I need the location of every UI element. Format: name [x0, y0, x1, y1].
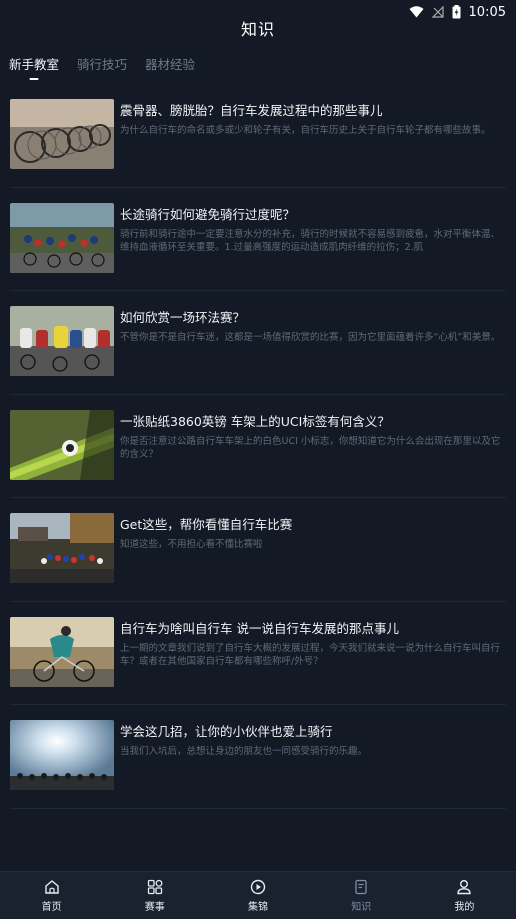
list-item[interactable]: Get这些，帮你看懂自行车比赛 知道这些，不用担心看不懂比赛啦 [10, 498, 506, 602]
article-title: Get这些，帮你看懂自行车比赛 [120, 517, 293, 532]
nav-label: 我的 [454, 901, 475, 913]
list-item[interactable]: 如何欣赏一场环法赛？ 不管你是不是自行车迷，这都是一场值得欣赏的比赛，因为它里面… [10, 291, 506, 395]
article-thumbnail [10, 202, 114, 273]
article-description: 骑行前和骑行途中一定要注意水分的补充，骑行的时候就不容易感到疲惫，水对平衡体温、… [120, 228, 501, 253]
article-list: 震骨器、膀胱胎？自行车发展过程中的那些事儿 为什么自行车的命名或多或少和轮子有关… [0, 84, 516, 809]
tab-active-indicator [29, 78, 39, 80]
tab-label: 器材经验 [145, 57, 196, 72]
nav-events[interactable]: 赛事 [103, 872, 206, 919]
nav-highlights[interactable]: 集锦 [206, 872, 309, 919]
category-tabs: 新手教室 骑行技巧 器材经验 [0, 48, 516, 84]
article-title: 一张贴纸3860英镑 车架上的UCI标签有何含义？ [120, 413, 390, 429]
page-header: 知识 [0, 0, 516, 42]
nav-label: 赛事 [144, 901, 165, 913]
nav-knowledge[interactable]: 知识 [310, 872, 413, 919]
list-item[interactable]: 长途骑行如何避免骑行过度呢？ 骑行前和骑行途中一定要注意水分的补充，骑行的时候就… [10, 188, 506, 291]
nav-label: 首页 [41, 901, 62, 913]
tab-equipment[interactable]: 器材经验 [145, 48, 195, 84]
article-description: 不管你是不是自行车迷，这都是一场值得欣赏的比赛，因为它里面蕴着许多“心机”和美景… [120, 332, 501, 343]
page-title: 知识 [240, 20, 275, 39]
article-description: 当我们入坑后，总想让身边的朋友也一同感受骑行的乐趣。 [120, 746, 368, 757]
article-title: 震骨器、膀胱胎？自行车发展过程中的那些事儿 [120, 103, 383, 118]
nav-home[interactable]: 首页 [0, 872, 103, 919]
list-item[interactable]: 学会这几招，让你的小伙伴也爱上骑行 当我们入坑后，总想让身边的朋友也一同感受骑行… [10, 705, 506, 809]
nav-label: 集锦 [248, 901, 268, 913]
article-description: 为什么自行车的命名或多或少和轮子有关，自行车历史上关于自行车轮子都有哪些故事。 [120, 125, 491, 136]
article-title: 如何欣赏一场环法赛？ [120, 310, 246, 325]
article-thumbnail [10, 720, 114, 790]
home-icon [44, 879, 59, 894]
article-thumbnail [10, 306, 114, 376]
document-icon [355, 879, 367, 894]
tab-beginner[interactable]: 新手教室 [9, 48, 59, 84]
tab-label: 新手教室 [9, 57, 60, 72]
article-title: 长途骑行如何避免骑行过度呢？ [120, 206, 296, 222]
article-thumbnail [10, 409, 114, 480]
list-item[interactable]: 一张贴纸3860英镑 车架上的UCI标签有何含义？ 你是否注意过公路自行车车架上… [10, 395, 506, 498]
article-description: 知道这些，不用担心看不懂比赛啦 [120, 539, 263, 550]
article-description: 你是否注意过公路自行车车架上的白色UCI 小标志，你想知道它为什么会出现在那里以… [120, 435, 501, 460]
play-icon [250, 879, 266, 894]
article-title: 学会这几招，让你的小伙伴也爱上骑行 [120, 724, 333, 739]
nav-label: 知识 [351, 901, 372, 913]
tab-riding-skills[interactable]: 骑行技巧 [77, 48, 127, 84]
user-icon [457, 879, 472, 894]
article-description: 上一期的文章我们说到了自行车大概的发展过程，今天我们就来说一说为什么自行车叫自行… [120, 642, 501, 667]
list-item[interactable]: 自行车为啥叫自行车 说一说自行车发展的那点事儿 上一期的文章我们说到了自行车大概… [10, 602, 506, 705]
article-thumbnail [10, 513, 114, 583]
nav-profile[interactable]: 我的 [413, 872, 516, 919]
tab-label: 骑行技巧 [77, 57, 128, 72]
article-title: 自行车为啥叫自行车 说一说自行车发展的那点事儿 [120, 620, 399, 636]
list-item[interactable]: 震骨器、膀胱胎？自行车发展过程中的那些事儿 为什么自行车的命名或多或少和轮子有关… [10, 84, 506, 188]
article-thumbnail [10, 616, 114, 687]
article-thumbnail [10, 99, 114, 169]
grid-icon [147, 879, 163, 894]
bottom-navigation: 首页 赛事 集锦 知识 我的 [0, 871, 516, 919]
